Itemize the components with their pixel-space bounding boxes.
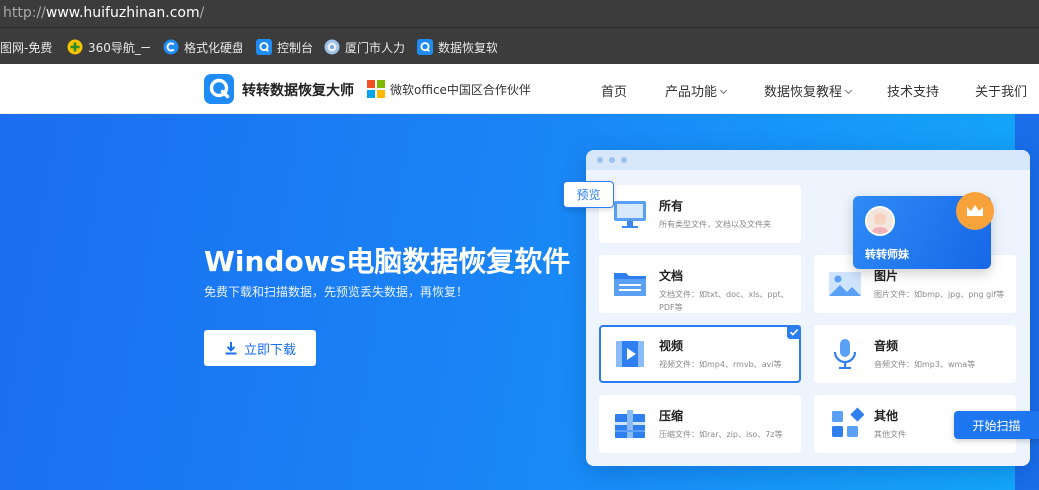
bookmark-label: 格式化硬盘 (184, 40, 242, 55)
checkmark-icon (787, 325, 801, 339)
chevron-down-icon (844, 86, 853, 95)
category-card-audio[interactable]: 音频 音频文件：如mp3、wma等 (814, 325, 1016, 383)
category-desc: 所有类型文件，文档以及文件夹 (659, 220, 771, 229)
category-card-video[interactable]: 视频 视频文件：如mp4、rmvb、avi等 (599, 325, 801, 383)
window-title-bar (586, 150, 1030, 170)
microphone-icon (826, 337, 864, 371)
category-title: 文档 (659, 269, 684, 283)
site-header: 转转数据恢复大师 微软office中国区合作伙伴 首页 产品功能 数据恢复教程 … (0, 64, 1039, 114)
category-card-archive[interactable]: 压缩 压缩文件：如rar、zip、iso、7z等 (599, 395, 801, 453)
address-bar[interactable]: http://www.huifuzhinan.com/ (0, 0, 1039, 28)
url-text[interactable]: http://www.huifuzhinan.com/ (3, 5, 204, 21)
nav-home[interactable]: 首页 (601, 81, 627, 100)
nav-label: 技术支持 (887, 85, 940, 100)
bookmark-item[interactable]: 控制台 (256, 38, 316, 56)
nav-support[interactable]: 技术支持 (887, 81, 939, 100)
crown-icon (956, 192, 994, 230)
avatar (865, 206, 895, 236)
category-desc: 文档文件：如txt、doc、xls、ppt、PDF等 (659, 290, 789, 312)
bookmark-label: 图网-免费 (0, 40, 53, 55)
category-desc: 视频文件：如mp4、rmvb、avi等 (659, 360, 782, 369)
q-logo-icon (256, 39, 272, 55)
category-title: 所有 (659, 199, 684, 213)
nav-label: 产品功能 (665, 85, 718, 100)
download-button[interactable]: 立即下载 (204, 330, 316, 366)
monitor-icon (611, 197, 649, 231)
bookmark-label: 厦门市人力 (345, 40, 405, 55)
window-dot (597, 157, 603, 163)
category-card-documents[interactable]: 文档 文档文件：如txt、doc、xls、ppt、PDF等 (599, 255, 801, 313)
download-label: 立即下载 (243, 342, 296, 358)
user-name: 转转师妹 (865, 248, 909, 261)
bookmark-label: 数据恢复软 (438, 40, 497, 55)
category-desc: 图片文件：如bmp、jpg、png gif等 (874, 290, 1005, 299)
bookmark-label: 360导航_一 (88, 40, 150, 55)
microsoft-office-logo-icon (367, 80, 385, 98)
bookmark-item[interactable]: 数据恢复软 (417, 38, 497, 56)
bookmark-item[interactable]: 格式化硬盘 (163, 38, 242, 56)
hero-banner: Windows电脑数据恢复软件 免费下载和扫描数据，先预览丢失数据，再恢复！ 立… (0, 114, 1039, 490)
preview-label: 预览 (576, 188, 601, 202)
category-title: 音频 (874, 339, 899, 353)
q-logo-icon (417, 39, 433, 55)
nav-about[interactable]: 关于我们 (975, 81, 1027, 100)
start-scan-label: 开始扫描 (972, 418, 1021, 433)
category-title: 图片 (874, 269, 899, 283)
category-desc: 音频文件：如mp3、wma等 (874, 360, 976, 369)
nav-label: 数据恢复教程 (764, 85, 843, 100)
emblem-icon (324, 39, 340, 55)
nav-products[interactable]: 产品功能 (665, 81, 728, 100)
brand-logo-icon[interactable] (204, 74, 234, 104)
c-logo-icon (163, 39, 179, 55)
category-title: 视频 (659, 339, 684, 353)
image-icon (826, 267, 864, 301)
window-dot (609, 157, 615, 163)
download-icon (224, 341, 238, 355)
category-title: 其他 (874, 409, 899, 423)
bookmark-label: 控制台 (277, 40, 314, 55)
brand-name[interactable]: 转转数据恢复大师 (242, 80, 354, 100)
bookmark-item[interactable]: 360导航_一 (67, 38, 150, 56)
chevron-down-icon (719, 86, 728, 95)
partner-text: 微软office中国区合作伙伴 (390, 83, 531, 97)
bookmarks-bar: 图网-免费 360导航_一 格式化硬盘 控制台 厦门市人力 数据恢复软 (0, 28, 1039, 64)
bookmark-item[interactable]: 图网-免费 (0, 38, 57, 56)
preview-button[interactable]: 预览 (563, 181, 614, 208)
hero-title: Windows电脑数据恢复软件 (204, 245, 571, 278)
folder-icon (611, 267, 649, 301)
hero-subtitle: 免费下载和扫描数据，先预览丢失数据，再恢复！ (204, 285, 469, 299)
window-dot (621, 157, 627, 163)
archive-icon (611, 407, 649, 441)
360-icon (67, 39, 83, 55)
nav-label: 关于我们 (975, 85, 1028, 100)
nav-label: 首页 (601, 85, 628, 100)
category-card-all[interactable]: 所有 所有类型文件，文档以及文件夹 (599, 185, 801, 243)
other-files-icon (826, 407, 865, 441)
category-title: 压缩 (659, 409, 684, 423)
nav-tutorials[interactable]: 数据恢复教程 (764, 81, 853, 100)
video-icon (611, 337, 649, 371)
bookmark-item[interactable]: 厦门市人力 (324, 38, 405, 56)
category-desc: 压缩文件：如rar、zip、iso、7z等 (659, 430, 783, 439)
start-scan-button[interactable]: 开始扫描 (954, 411, 1039, 439)
